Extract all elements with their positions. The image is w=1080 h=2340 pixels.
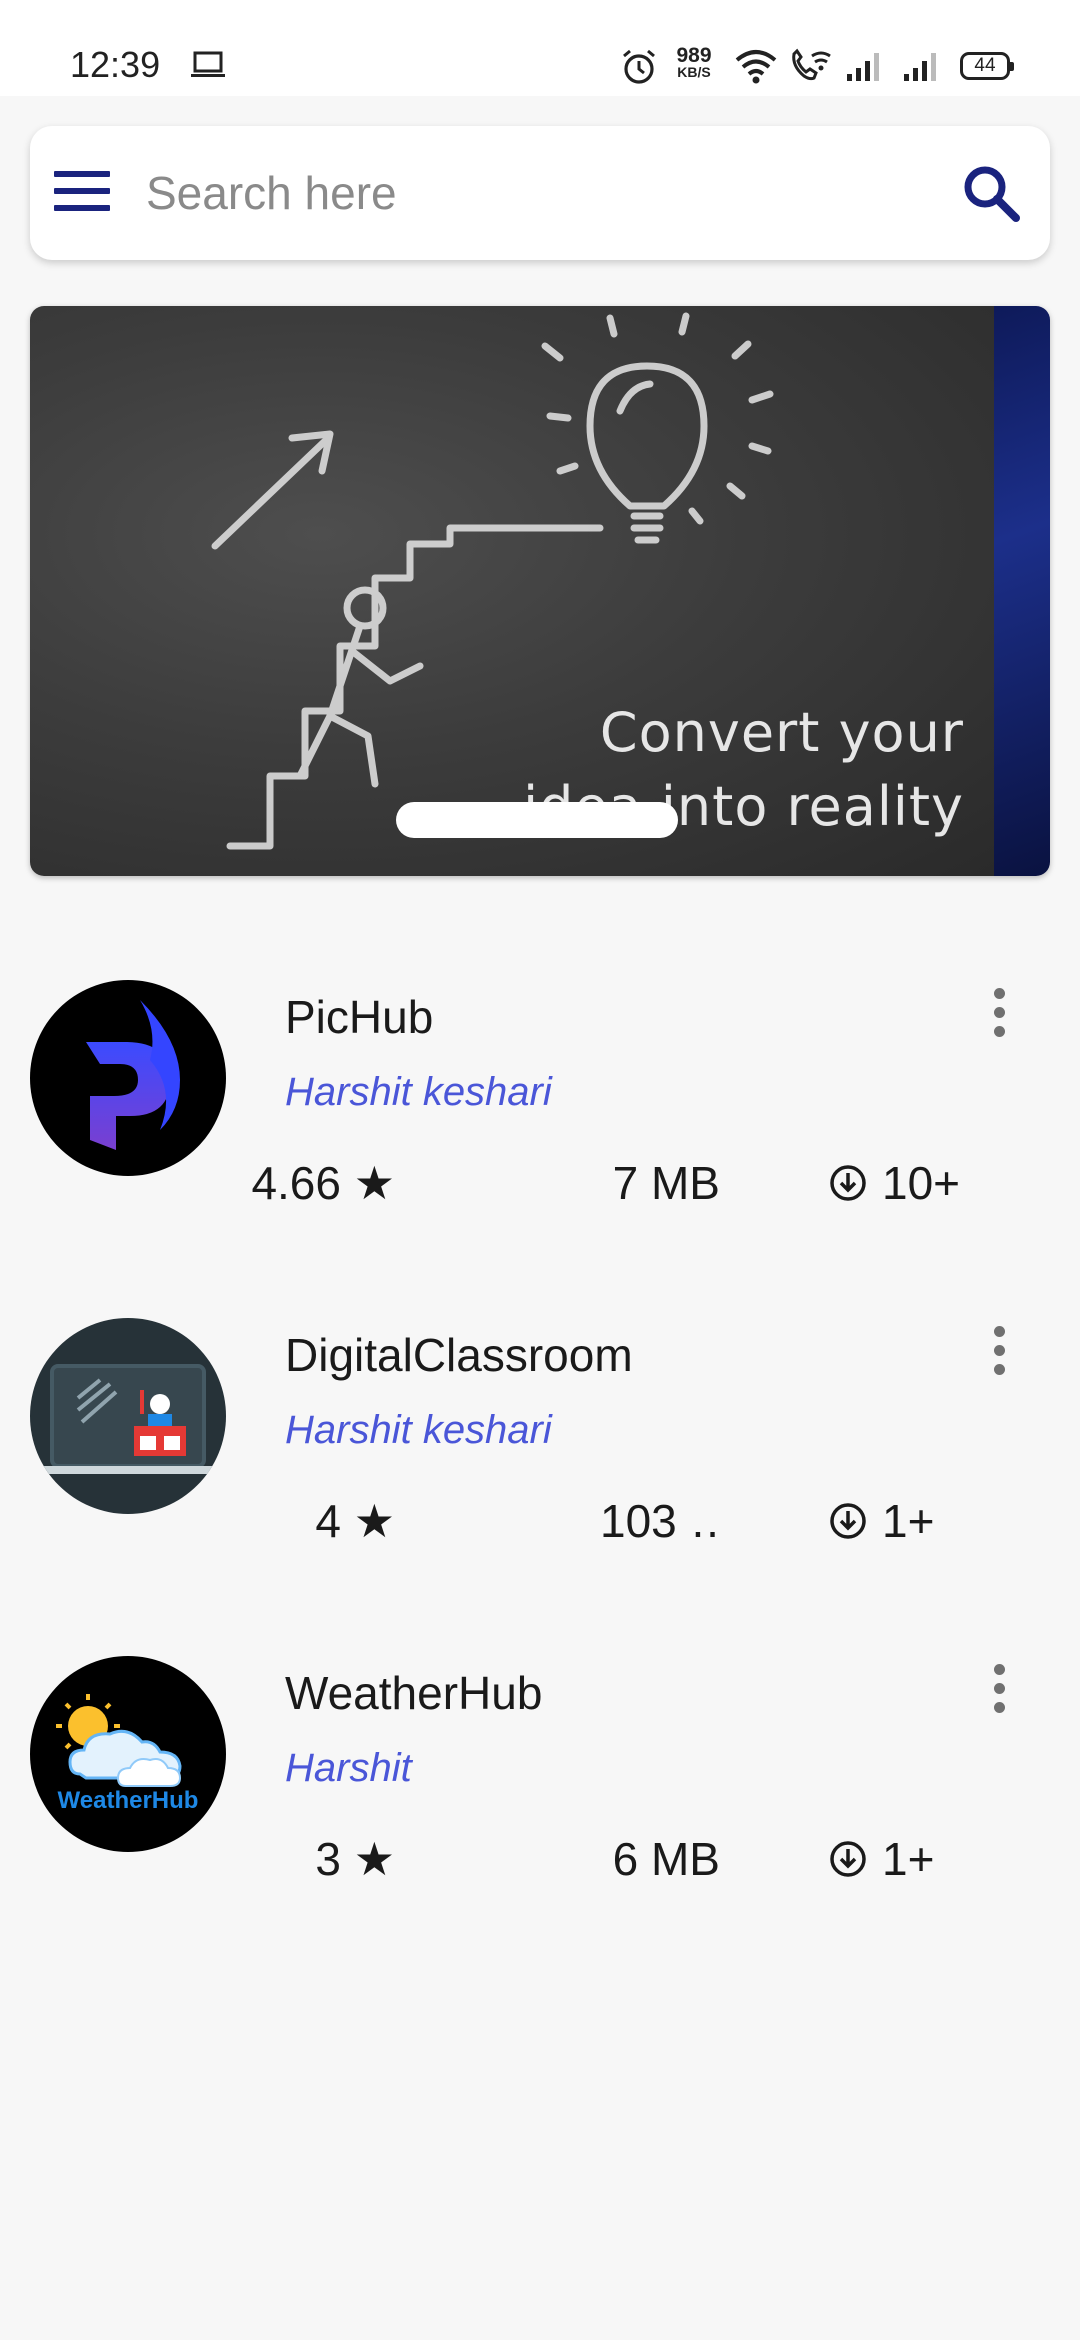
status-time: 12:39 bbox=[70, 44, 161, 85]
search-bar bbox=[30, 126, 1050, 260]
network-speed-unit: KB/S bbox=[677, 64, 711, 80]
app-size: 7 MB bbox=[612, 1157, 720, 1209]
search-input[interactable] bbox=[146, 156, 946, 230]
app-downloads-count: 1+ bbox=[882, 1495, 935, 1547]
status-bar: 12:39 989 KB/S 44 bbox=[0, 0, 1080, 96]
app-list-item-pichub[interactable]: PicHub Harshit keshari 4.66 ★ 7 MB 10+ bbox=[0, 980, 1080, 1209]
pichub-logo bbox=[30, 980, 226, 1176]
app-author-link[interactable]: Harshit keshari bbox=[285, 1070, 552, 1115]
download-icon bbox=[830, 1841, 866, 1877]
banner-slide[interactable]: . Convert your idea into reality bbox=[30, 306, 994, 876]
app-downloads: 10+ bbox=[828, 1156, 960, 1210]
app-downloads-count: 1+ bbox=[882, 1833, 935, 1885]
wifi-calling-icon bbox=[792, 48, 831, 81]
app-size: 6 MB bbox=[612, 1833, 720, 1885]
app-size: 103 … bbox=[600, 1495, 720, 1547]
wifi-icon bbox=[735, 50, 777, 84]
banner-next-slide-peek[interactable] bbox=[994, 306, 1050, 876]
laptop-icon bbox=[191, 51, 225, 77]
app-name: WeatherHub bbox=[285, 1667, 543, 1719]
banner-caption-line1: Convert your bbox=[599, 701, 964, 764]
app-downloads: 1+ bbox=[828, 1494, 934, 1548]
weatherhub-logo: WeatherHub bbox=[30, 1656, 226, 1852]
svg-text:.: . bbox=[650, 655, 651, 657]
app-rating: 4.66 ★ bbox=[251, 1157, 395, 1209]
search-icon[interactable] bbox=[960, 162, 1022, 224]
weatherhub-logo-text: WeatherHub bbox=[58, 1787, 199, 1814]
menu-icon[interactable] bbox=[54, 171, 110, 215]
network-speed: 989 KB/S bbox=[672, 45, 716, 80]
app-list-item-weatherhub[interactable]: WeatherHub WeatherHub Harshit 3 ★ 6 MB 1… bbox=[0, 1656, 1080, 1885]
download-icon bbox=[830, 1503, 866, 1539]
download-icon bbox=[830, 1165, 866, 1201]
carousel-indicator bbox=[396, 802, 678, 838]
app-downloads: 1+ bbox=[828, 1832, 934, 1886]
app-list-item-digitalclassroom[interactable]: DigitalClassroom Harshit keshari 4 ★ 103… bbox=[0, 1318, 1080, 1547]
app-author-link[interactable]: Harshit keshari bbox=[285, 1408, 552, 1453]
more-options-icon[interactable] bbox=[984, 1664, 1014, 1720]
app-author-link[interactable]: Harshit bbox=[285, 1746, 412, 1791]
more-options-icon[interactable] bbox=[984, 988, 1014, 1044]
app-rating: 3 ★ bbox=[315, 1833, 395, 1885]
digitalclassroom-logo bbox=[30, 1318, 226, 1514]
app-rating: 4 ★ bbox=[315, 1495, 395, 1547]
app-name: DigitalClassroom bbox=[285, 1329, 633, 1381]
banner-carousel[interactable]: . Convert your idea into reality bbox=[30, 306, 1050, 876]
signal-icon bbox=[904, 53, 936, 81]
app-name: PicHub bbox=[285, 991, 434, 1043]
more-options-icon[interactable] bbox=[984, 1326, 1014, 1382]
battery-icon: 44 bbox=[960, 52, 1014, 80]
app-downloads-count: 10+ bbox=[882, 1157, 961, 1209]
alarm-icon bbox=[623, 49, 655, 84]
signal-icon bbox=[847, 53, 879, 81]
